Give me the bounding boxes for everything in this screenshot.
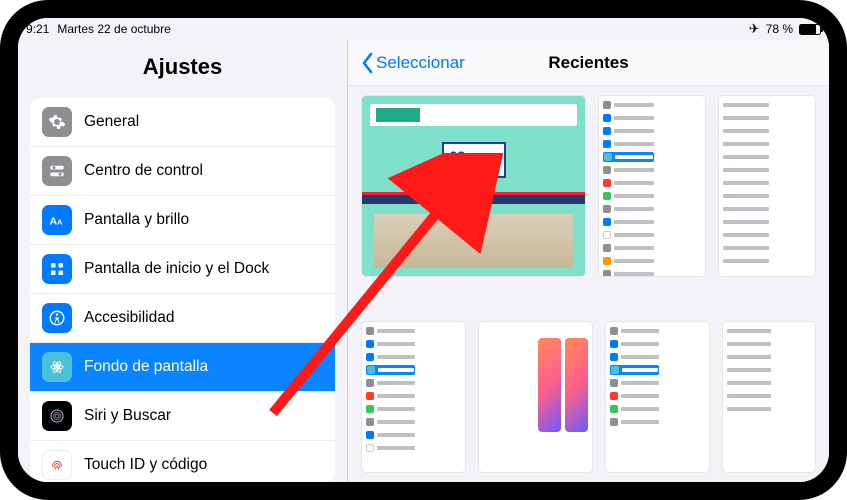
back-label: Seleccionar xyxy=(376,53,465,73)
battery-icon xyxy=(799,24,821,35)
sidebar-item-label: General xyxy=(84,113,139,131)
sidebar-item-label: Accesibilidad xyxy=(84,309,174,327)
thumb-years: 28 xyxy=(450,148,466,164)
sidebar-item-label: Fondo de pantalla xyxy=(84,358,208,376)
sidebar-item-home-screen[interactable]: Pantalla de inicio y el Dock xyxy=(30,245,335,294)
sidebar-item-label: Touch ID y código xyxy=(84,456,207,474)
svg-text:A: A xyxy=(57,218,63,227)
wallpaper-thumb[interactable] xyxy=(719,96,815,276)
sidebar-item-accessibility[interactable]: Accesibilidad xyxy=(30,294,335,343)
wallpaper-thumb[interactable]: 28 xyxy=(362,96,585,276)
status-date: Martes 22 de octubre xyxy=(57,22,170,36)
sidebar-item-label: Siri y Buscar xyxy=(84,407,171,425)
sidebar-item-display[interactable]: AA Pantalla y brillo xyxy=(30,196,335,245)
sidebar-title: Ajustes xyxy=(18,40,347,90)
settings-list: General Centro de control AA Pantalla y … xyxy=(30,98,335,482)
wallpaper-grid: 28 xyxy=(348,86,829,322)
status-bar: 9:21 Martes 22 de octubre ✈︎ 78 % xyxy=(18,18,829,40)
sidebar-item-label: Centro de control xyxy=(84,162,203,180)
wallpaper-thumb[interactable] xyxy=(606,322,709,472)
flower-icon xyxy=(42,352,72,382)
detail-title: Recientes xyxy=(548,53,628,73)
siri-icon xyxy=(42,401,72,431)
settings-sidebar: Ajustes General Centro de control xyxy=(18,40,348,482)
status-time: 9:21 xyxy=(26,22,49,36)
status-battery-pct: 78 % xyxy=(766,22,793,36)
wallpaper-thumb[interactable] xyxy=(599,96,705,276)
gear-icon xyxy=(42,107,72,137)
sidebar-item-touchid[interactable]: Touch ID y código xyxy=(30,441,335,482)
wallpaper-thumb[interactable] xyxy=(362,322,465,472)
text-size-icon: AA xyxy=(42,205,72,235)
airplane-mode-icon: ✈︎ xyxy=(749,21,760,37)
wallpaper-thumb[interactable] xyxy=(723,322,815,472)
accessibility-icon xyxy=(42,303,72,333)
ipad-frame: 9:21 Martes 22 de octubre ✈︎ 78 % Ajuste… xyxy=(0,0,847,500)
touchid-icon xyxy=(42,450,72,480)
toggles-icon xyxy=(42,156,72,186)
back-button[interactable]: Seleccionar xyxy=(360,52,465,74)
sidebar-item-control-center[interactable]: Centro de control xyxy=(30,147,335,196)
sidebar-item-wallpaper[interactable]: Fondo de pantalla xyxy=(30,343,335,392)
sidebar-item-label: Pantalla y brillo xyxy=(84,211,189,229)
sidebar-item-label: Pantalla de inicio y el Dock xyxy=(84,260,269,278)
detail-navbar: Seleccionar Recientes xyxy=(348,40,829,86)
sidebar-item-general[interactable]: General xyxy=(30,98,335,147)
wallpaper-grid-row2 xyxy=(348,322,829,482)
sidebar-item-siri[interactable]: Siri y Buscar xyxy=(30,392,335,441)
grid-icon xyxy=(42,254,72,284)
screen: 9:21 Martes 22 de octubre ✈︎ 78 % Ajuste… xyxy=(18,18,829,482)
wallpaper-thumb[interactable] xyxy=(479,322,592,472)
chevron-left-icon xyxy=(360,52,374,74)
detail-pane: Seleccionar Recientes 28 xyxy=(348,40,829,482)
